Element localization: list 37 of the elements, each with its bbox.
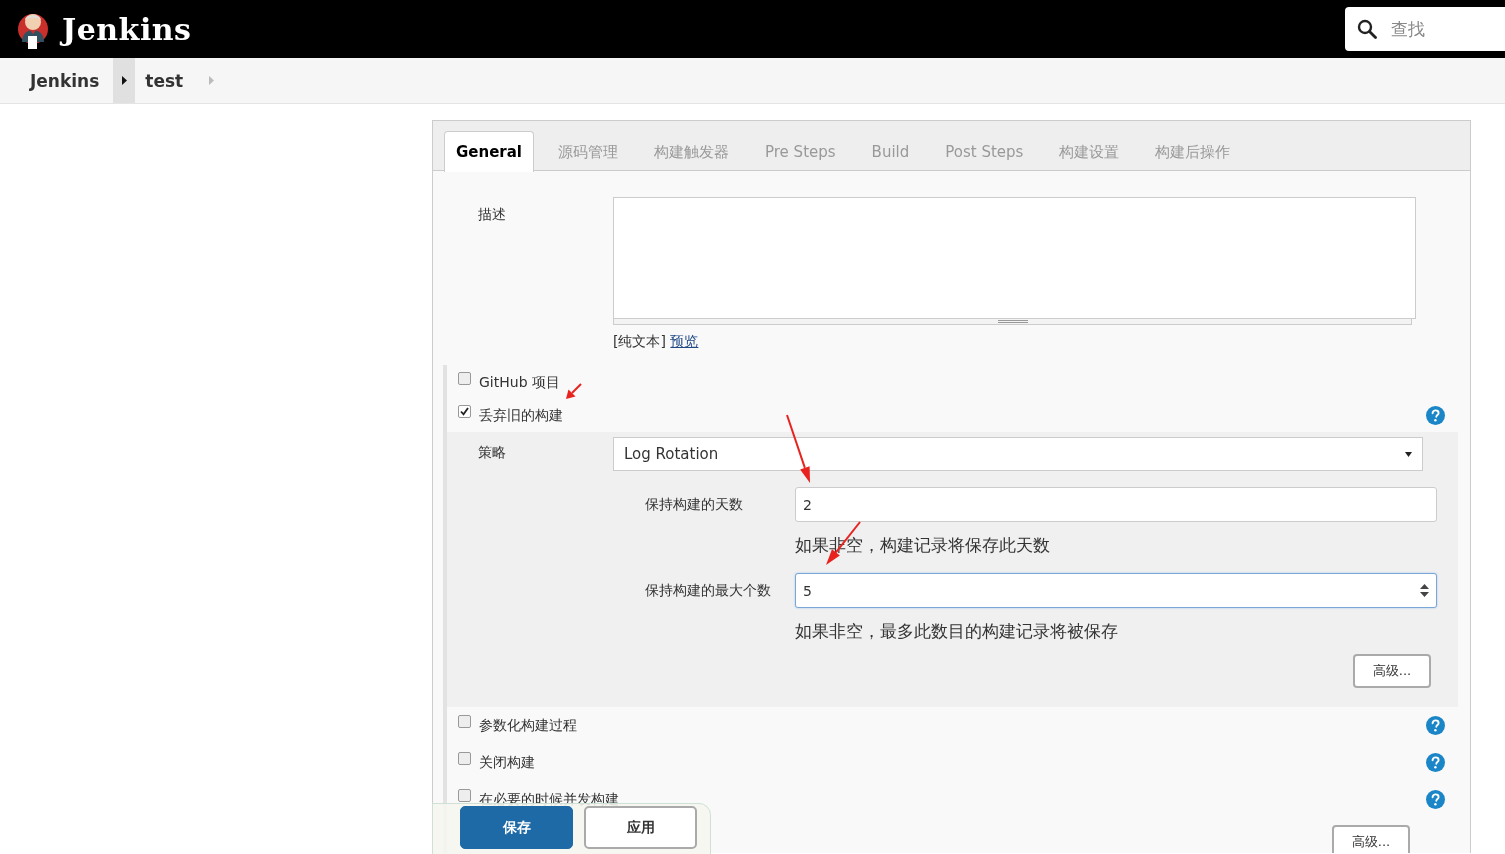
format-note: [纯文本] [613, 333, 667, 349]
checkbox[interactable] [458, 789, 471, 802]
checkbox[interactable] [458, 405, 471, 418]
advanced-button[interactable]: 高级... [1353, 654, 1431, 688]
checkbox[interactable] [458, 372, 471, 385]
search-input[interactable]: 查找 [1389, 18, 1493, 40]
checkbox-label: 参数化构建过程 [479, 716, 577, 735]
apply-button[interactable]: 应用 [584, 806, 697, 849]
number-field[interactable]: 2 [795, 487, 1437, 522]
spinner-icon[interactable] [1420, 583, 1429, 598]
preview-link[interactable]: 预览 [670, 333, 699, 349]
help-icon[interactable] [1426, 753, 1445, 772]
caret-icon[interactable] [121, 76, 127, 85]
checkbox-label: GitHub 项目 [479, 373, 560, 392]
dropdown-caret-icon [1405, 451, 1412, 457]
number-field[interactable]: 5 [795, 573, 1437, 608]
field-label: 保持构建的天数 [645, 495, 744, 514]
save-button[interactable]: 保存 [460, 806, 573, 849]
strategy-dropdown[interactable]: Log Rotation [613, 437, 1423, 471]
breadcrumb-link[interactable]: Jenkins [30, 58, 100, 103]
search-field[interactable]: 查找 [1345, 7, 1505, 51]
checkbox-label: 丢弃旧的构建 [479, 406, 563, 425]
field-hint: 如果非空，最多此数目的构建记录将被保存 [795, 620, 1119, 643]
checkbox-label: 关闭构建 [479, 753, 535, 772]
help-icon[interactable] [1426, 790, 1445, 809]
checkbox[interactable] [458, 715, 471, 728]
breadcrumb-link[interactable]: test [145, 58, 184, 103]
description-field[interactable] [613, 197, 1416, 325]
search-icon [1357, 19, 1377, 39]
field-label: 保持构建的最大个数 [645, 581, 772, 600]
tab[interactable]: General [444, 131, 534, 172]
help-icon[interactable] [1426, 406, 1445, 425]
advanced-button[interactable]: 高级... [1332, 825, 1410, 853]
field-label: 描述 [477, 205, 507, 224]
help-icon[interactable] [1426, 716, 1445, 735]
field-label: 策略 [477, 443, 507, 462]
checkbox[interactable] [458, 752, 471, 765]
